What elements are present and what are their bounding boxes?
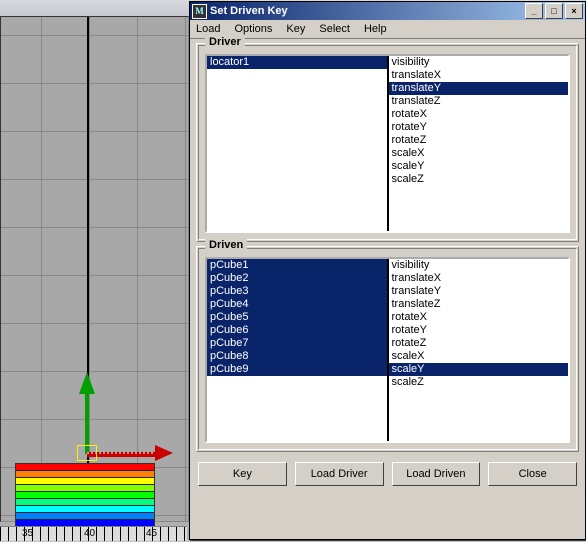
close-window-button[interactable]: × — [565, 3, 583, 19]
driven-object-row[interactable]: pCube9 — [207, 363, 387, 376]
driver-legend: Driver — [205, 36, 245, 48]
driven-attr-row[interactable]: translateX — [389, 272, 569, 285]
driven-attr-list[interactable]: visibilitytranslateXtranslateYtranslateZ… — [389, 259, 569, 441]
driver-attr-row[interactable]: translateX — [389, 69, 569, 82]
cube-row[interactable] — [16, 471, 154, 478]
driver-attr-row[interactable]: translateZ — [389, 95, 569, 108]
menu-key[interactable]: Key — [286, 23, 305, 35]
driver-object-list[interactable]: locator1 — [207, 56, 387, 231]
driven-object-row[interactable]: pCube5 — [207, 311, 387, 324]
viewport-front[interactable]: front — [0, 16, 189, 522]
ruler-tick-label: 35 — [22, 528, 33, 539]
cube-row[interactable] — [16, 499, 154, 506]
driver-attr-row[interactable]: visibility — [389, 56, 569, 69]
titlebar[interactable]: M Set Driven Key _ □ × — [190, 2, 585, 20]
manipulator-y-arrow-icon[interactable] — [79, 372, 95, 394]
ruler-tick-label: 45 — [146, 528, 157, 539]
cube-row[interactable] — [16, 478, 154, 485]
cube-row[interactable] — [16, 485, 154, 492]
cube-row[interactable] — [16, 492, 154, 499]
load-driver-button[interactable]: Load Driver — [295, 462, 384, 486]
cube-row[interactable] — [16, 506, 154, 513]
driven-attr-row[interactable]: scaleY — [389, 363, 569, 376]
key-button[interactable]: Key — [198, 462, 287, 486]
menu-options[interactable]: Options — [234, 23, 272, 35]
time-ruler[interactable]: 35 40 45 — [0, 526, 187, 541]
cube-row[interactable] — [16, 464, 154, 471]
driven-attr-row[interactable]: visibility — [389, 259, 569, 272]
driven-attr-row[interactable]: scaleZ — [389, 376, 569, 389]
app-background: front 35 40 45 M Set Driven Key _ □ × Load… — [0, 0, 586, 540]
driver-attr-row[interactable]: rotateX — [389, 108, 569, 121]
driven-attr-row[interactable]: translateY — [389, 285, 569, 298]
driver-group: Driver locator1 visibilitytranslateXtran… — [196, 43, 579, 242]
window-title: Set Driven Key — [210, 5, 288, 17]
driver-attr-row[interactable]: scaleZ — [389, 173, 569, 186]
menu-select[interactable]: Select — [319, 23, 350, 35]
driven-object-row[interactable]: pCube3 — [207, 285, 387, 298]
menu-help[interactable]: Help — [364, 23, 387, 35]
manipulator-x-dotted — [87, 452, 157, 454]
driven-attr-row[interactable]: rotateZ — [389, 337, 569, 350]
driver-attr-row[interactable]: rotateY — [389, 121, 569, 134]
manipulator-center-icon[interactable] — [77, 445, 97, 461]
driven-attr-row[interactable]: scaleX — [389, 350, 569, 363]
cube-row[interactable] — [16, 513, 154, 520]
minimize-button[interactable]: _ — [525, 3, 543, 19]
driven-attr-row[interactable]: translateZ — [389, 298, 569, 311]
driven-object-row[interactable]: pCube7 — [207, 337, 387, 350]
app-icon[interactable]: M — [192, 4, 207, 19]
driver-attr-row[interactable]: translateY — [389, 82, 569, 95]
driver-attr-row[interactable]: scaleY — [389, 160, 569, 173]
driven-object-row[interactable]: pCube6 — [207, 324, 387, 337]
driven-object-row[interactable]: pCube1 — [207, 259, 387, 272]
driver-attr-list[interactable]: visibilitytranslateXtranslateYtranslateZ… — [389, 56, 569, 231]
driver-object-row[interactable]: locator1 — [207, 56, 387, 69]
driven-attr-row[interactable]: rotateX — [389, 311, 569, 324]
driven-object-row[interactable]: pCube4 — [207, 298, 387, 311]
driver-attr-row[interactable]: rotateZ — [389, 134, 569, 147]
maximize-button[interactable]: □ — [545, 3, 563, 19]
menubar: Load Options Key Select Help — [190, 20, 585, 39]
load-driven-button[interactable]: Load Driven — [392, 462, 481, 486]
dialog-button-row: Key Load Driver Load Driven Close — [190, 456, 585, 488]
ruler-tick-label: 40 — [84, 528, 95, 539]
driven-object-row[interactable]: pCube8 — [207, 350, 387, 363]
manipulator-x-arrow-icon[interactable] — [155, 445, 173, 461]
set-driven-key-dialog: M Set Driven Key _ □ × Load Options Key Sel… — [189, 1, 586, 540]
cube-stack[interactable] — [15, 463, 155, 527]
driven-group: Driven pCube1pCube2pCube3pCube4pCube5pCu… — [196, 246, 579, 452]
driven-object-list[interactable]: pCube1pCube2pCube3pCube4pCube5pCube6pCub… — [207, 259, 387, 441]
close-button[interactable]: Close — [488, 462, 577, 486]
driven-attr-row[interactable]: rotateY — [389, 324, 569, 337]
driven-legend: Driven — [205, 239, 247, 251]
driver-attr-row[interactable]: scaleX — [389, 147, 569, 160]
menu-load[interactable]: Load — [196, 23, 220, 35]
driven-object-row[interactable]: pCube2 — [207, 272, 387, 285]
